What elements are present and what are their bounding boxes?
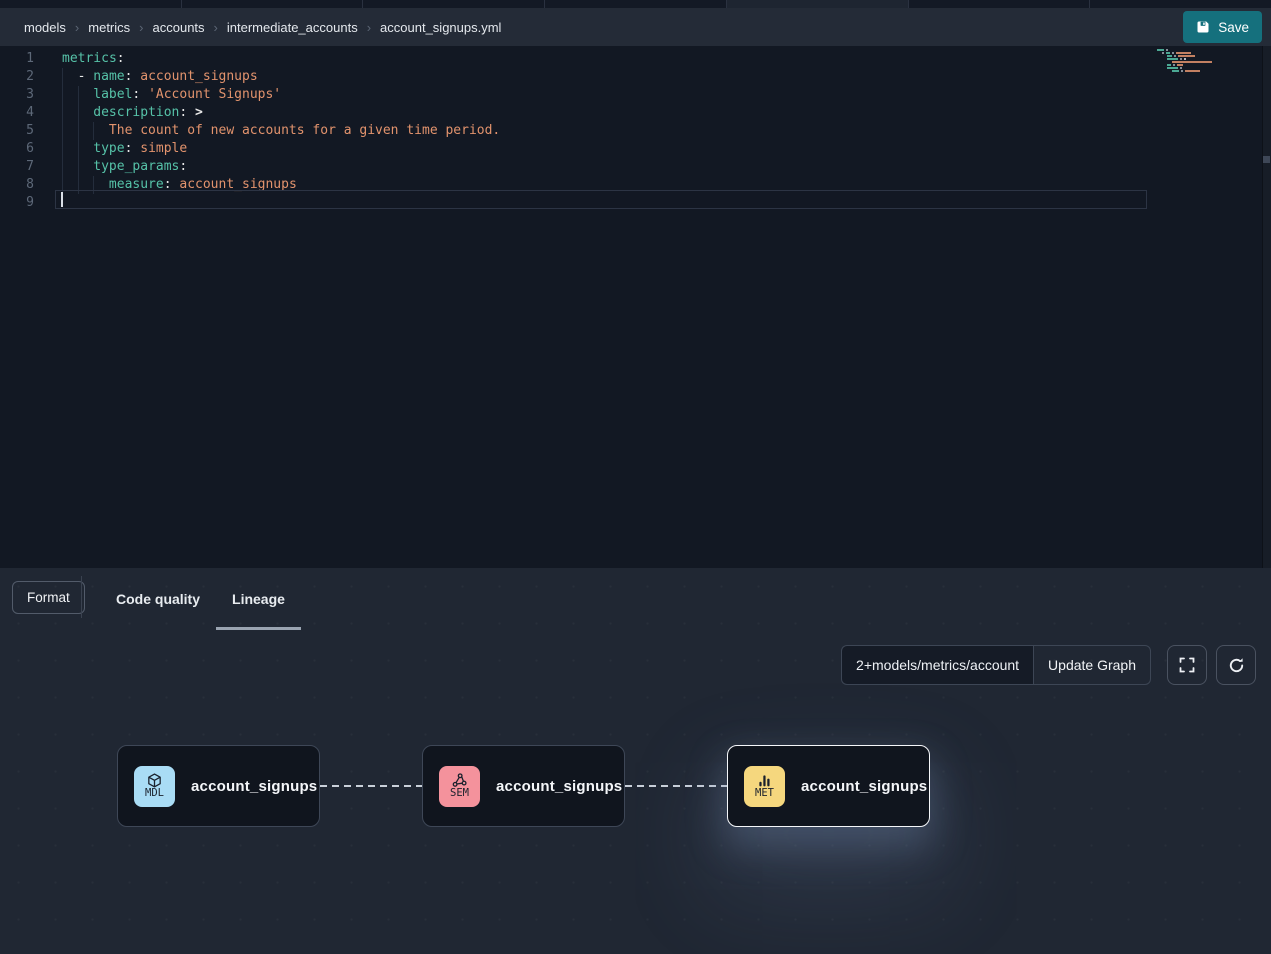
line-number: 4 (0, 104, 40, 122)
node-type-badge: SEM (439, 766, 480, 807)
breadcrumb-chevron-icon: › (75, 20, 79, 35)
line-number: 2 (0, 68, 40, 86)
code-lines: 1 metrics: 2 - name: account_signups 3 label:… (0, 50, 1250, 212)
breadcrumb-item[interactable]: accounts (153, 20, 205, 35)
indent-guide (62, 68, 78, 86)
cube-icon (147, 773, 162, 788)
save-button-label: Save (1218, 20, 1249, 35)
code-text: metrics: (62, 50, 125, 68)
breadcrumb-chevron-icon: › (139, 20, 143, 35)
node-type-code: MET (755, 788, 774, 799)
node-label: account_signups (801, 778, 927, 795)
indent-guide (78, 158, 94, 176)
line-number: 7 (0, 158, 40, 176)
text-cursor (61, 192, 63, 207)
node-label: account_signups (191, 778, 317, 795)
lineage-node-met[interactable]: MET account_signups (727, 745, 930, 827)
node-type-badge: MDL (134, 766, 175, 807)
node-label: account_signups (496, 778, 622, 795)
code-line[interactable]: 3 label: 'Account Signups' (0, 86, 1250, 104)
code-line[interactable]: 5 The count of new accounts for a given t… (0, 122, 1250, 140)
code-line[interactable]: 6 type: simple (0, 140, 1250, 158)
share-network-icon (452, 773, 467, 788)
window-tab[interactable] (363, 0, 545, 8)
save-icon (1196, 20, 1210, 34)
code-text: type_params: (62, 158, 187, 176)
lineage-edge (320, 785, 422, 787)
indent-guide (62, 122, 78, 140)
indent-guide (78, 122, 94, 140)
lineage-edge (625, 785, 727, 787)
code-text: The count of new accounts for a given ti… (62, 122, 500, 140)
line-number: 8 (0, 176, 40, 194)
code-text: description: > (62, 104, 203, 122)
code-line[interactable]: 1 metrics: (0, 50, 1250, 68)
indent-guide (78, 86, 94, 104)
window-tab[interactable] (1090, 0, 1271, 8)
indent-guide (78, 140, 94, 158)
breadcrumb-item[interactable]: account_signups.yml (380, 20, 501, 35)
window-tab[interactable] (909, 0, 1091, 8)
code-text: type: simple (62, 140, 187, 158)
line-number: 5 (0, 122, 40, 140)
ide-window: models › metrics › accounts › intermediate_acc… (0, 0, 1271, 954)
indent-guide (78, 104, 94, 122)
node-type-code: MDL (145, 788, 164, 799)
code-line[interactable]: 4 description: > (0, 104, 1250, 122)
window-tab[interactable] (0, 0, 182, 8)
current-line-highlight (55, 190, 1147, 209)
breadcrumb: models › metrics › accounts › intermediate_acc… (24, 20, 501, 35)
breadcrumb-bar: models › metrics › accounts › intermediate_acc… (0, 8, 1271, 46)
indent-guide (62, 140, 78, 158)
indent-guide (62, 158, 78, 176)
line-number: 1 (0, 50, 40, 68)
indent-guide (62, 86, 78, 104)
lineage-node-sem[interactable]: SEM account_signups (422, 745, 625, 827)
lineage-node-mdl[interactable]: MDL account_signups (117, 745, 320, 827)
breadcrumb-chevron-icon: › (214, 20, 218, 35)
indent-guide (62, 104, 78, 122)
code-editor[interactable]: 1 metrics: 2 - name: account_signups 3 label:… (0, 46, 1271, 568)
indent-guide (93, 122, 109, 140)
window-tab[interactable] (182, 0, 364, 8)
breadcrumb-item[interactable]: intermediate_accounts (227, 20, 358, 35)
window-tab[interactable] (727, 0, 909, 8)
node-type-badge: MET (744, 766, 785, 807)
line-number: 9 (0, 194, 40, 212)
editor-minimap[interactable] (1157, 49, 1219, 76)
breadcrumb-item[interactable]: models (24, 20, 66, 35)
line-number: 6 (0, 140, 40, 158)
lineage-graph: MDL account_signups SEM account_signups MET a… (0, 568, 1271, 954)
save-button[interactable]: Save (1183, 11, 1262, 43)
bar-chart-icon (757, 773, 772, 788)
code-line[interactable]: 7 type_params: (0, 158, 1250, 176)
line-number: 3 (0, 86, 40, 104)
node-type-code: SEM (450, 788, 469, 799)
breadcrumb-chevron-icon: › (367, 20, 371, 35)
code-text: label: 'Account Signups' (62, 86, 281, 104)
breadcrumb-item[interactable]: metrics (88, 20, 130, 35)
window-tab-strip (0, 0, 1271, 8)
scrollbar-thumb[interactable] (1263, 156, 1270, 163)
bottom-panel: Format Code qualityLineage Update Graph (0, 568, 1271, 954)
code-text: - name: account_signups (62, 68, 258, 86)
code-line[interactable]: 2 - name: account_signups (0, 68, 1250, 86)
editor-scrollbar[interactable] (1262, 46, 1271, 568)
window-tab[interactable] (545, 0, 727, 8)
